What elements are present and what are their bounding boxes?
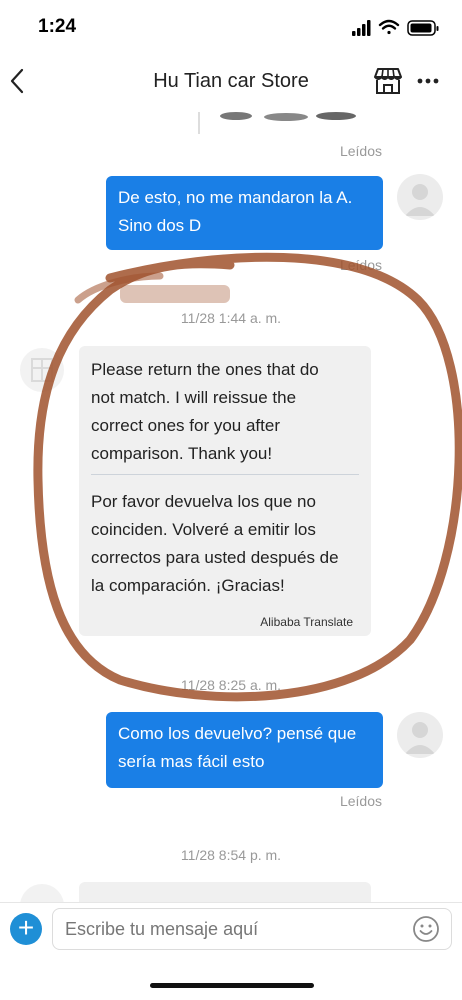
user-avatar-icon: [405, 722, 435, 754]
store-icon[interactable]: [372, 66, 404, 96]
add-attachment-button[interactable]: +: [10, 913, 42, 945]
incoming-message[interactable]: Please return the ones that do not match…: [79, 346, 371, 636]
wifi-icon: [378, 19, 400, 35]
store-logo-icon: [31, 358, 53, 382]
previous-image-fragment: [220, 112, 356, 121]
message-input[interactable]: [52, 908, 452, 950]
read-receipt: Leídos: [339, 143, 382, 159]
message-line: la comparación. ¡Gracias!: [91, 576, 285, 595]
avatar[interactable]: [397, 174, 443, 220]
read-receipt: Leídos: [339, 793, 382, 809]
message-line: Sino dos D: [118, 216, 202, 235]
message-line: Por favor devuelva los que no: [91, 492, 316, 511]
outgoing-message[interactable]: De esto, no me mandaron la A. Sino dos D: [106, 176, 383, 250]
translated-text: Por favor devuelva los que no coinciden.…: [91, 488, 371, 600]
status-icons: [352, 19, 439, 36]
status-time: 1:24: [38, 16, 77, 37]
translation-divider: [91, 474, 359, 475]
read-receipt: Leídos: [339, 257, 382, 273]
emoji-icon[interactable]: [412, 915, 440, 943]
previous-image-edge: [198, 112, 200, 134]
message-line: comparison. Thank you!: [91, 444, 273, 463]
home-indicator[interactable]: [150, 983, 314, 988]
message-line: Como los devuelvo? pensé que: [118, 724, 357, 743]
original-text: Please return the ones that do not match…: [91, 356, 366, 468]
store-avatar[interactable]: [20, 348, 64, 392]
incoming-message[interactable]: [79, 882, 371, 902]
message-timestamp: 11/28 8:54 p. m.: [180, 847, 282, 863]
message-line: coinciden. Volveré a emitir los: [91, 520, 316, 539]
message-composer: +: [0, 902, 462, 959]
battery-icon: [407, 20, 439, 36]
message-line: sería mas fácil esto: [118, 752, 265, 771]
status-bar: 1:24: [0, 0, 462, 52]
message-line: not match. I will reissue the: [91, 388, 297, 407]
avatar[interactable]: [397, 712, 443, 758]
chat-thread[interactable]: Leídos De esto, no me mandaron la A. Sin…: [0, 112, 462, 902]
signal-icon: [352, 20, 371, 36]
message-timestamp: 11/28 1:44 a. m.: [180, 310, 282, 326]
store-avatar[interactable]: [20, 884, 64, 902]
translator-label: Alibaba Translate: [260, 615, 353, 629]
chat-header: Hu Tian car Store: [0, 52, 462, 113]
message-line: correctos para usted después de: [91, 548, 339, 567]
message-line: correct ones for you after: [91, 416, 280, 435]
message-line: Please return the ones that do: [91, 360, 319, 379]
message-line: De esto, no me mandaron la A.: [118, 188, 353, 207]
outgoing-message[interactable]: Como los devuelvo? pensé que sería mas f…: [106, 712, 383, 788]
user-avatar-icon: [405, 184, 435, 216]
message-timestamp: 11/28 8:25 a. m.: [180, 677, 282, 693]
more-icon[interactable]: [414, 70, 442, 92]
